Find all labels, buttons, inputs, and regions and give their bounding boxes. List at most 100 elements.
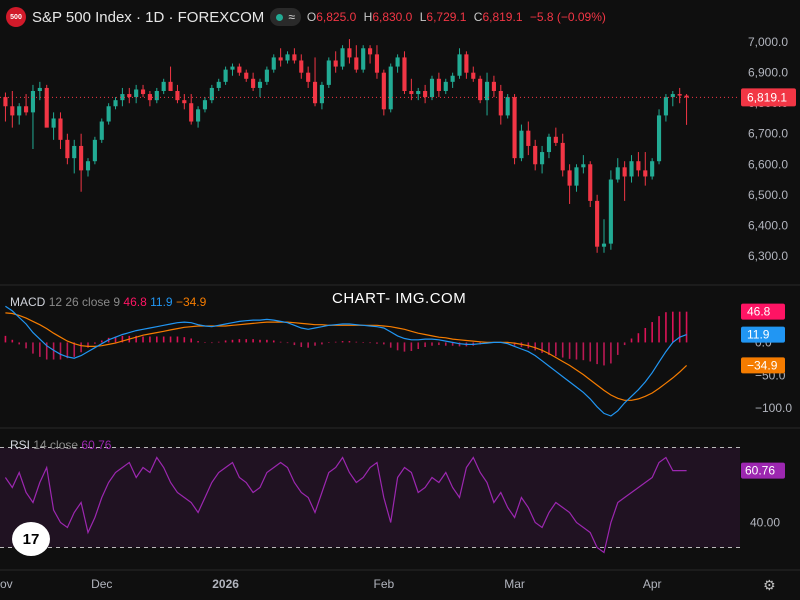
macd-histogram-bar [555, 342, 557, 357]
macd-histogram-bar [616, 342, 619, 355]
candle-body [361, 48, 366, 70]
rsi-value: 60.76 [81, 438, 112, 452]
candle-body [595, 200, 600, 247]
macd-histogram-bar [596, 342, 598, 365]
macd-histogram-bar [610, 342, 612, 364]
candle [216, 78, 221, 91]
macd-histogram-bar [348, 341, 351, 343]
time-axis-label: Mar [504, 577, 525, 591]
candle-body [416, 91, 421, 95]
rsi-title: RSI [10, 438, 31, 452]
candle-body [450, 75, 455, 82]
candle-body [189, 103, 194, 122]
candle-body [292, 54, 297, 61]
candle-body [140, 89, 146, 95]
candle [643, 152, 648, 186]
macd-histogram-bar [32, 342, 34, 354]
macd-histogram-bar [100, 340, 103, 343]
candle-body [650, 161, 655, 177]
macd-histogram-bar [389, 342, 392, 348]
market-status-pill[interactable]: ≈ [270, 8, 301, 26]
candle-body [244, 72, 249, 79]
candle [429, 75, 435, 101]
candle-body [567, 170, 572, 186]
candle [319, 81, 324, 110]
macd-histogram-bar [341, 341, 344, 343]
candle-body [670, 94, 675, 98]
candle-body [588, 164, 593, 201]
macd-badge-text: −34.9 [747, 358, 778, 372]
candle [299, 54, 304, 79]
candle [58, 112, 63, 149]
macd-histogram-bar [355, 341, 358, 343]
candle [601, 219, 607, 253]
macd-histogram-bar [4, 335, 7, 343]
candle-body [223, 69, 228, 82]
macd-histogram-bar [245, 339, 248, 343]
candle-body [237, 66, 242, 73]
macd-histogram-bar [279, 341, 282, 343]
rsi-tick-label: 40.00 [750, 516, 780, 530]
candle [436, 72, 441, 98]
rsi-params: 14 close [33, 438, 79, 452]
candle-body [44, 87, 49, 128]
chart-header: 500 S&P 500 Index · 1D · FOREXCOM ≈ O6,8… [6, 6, 606, 28]
macd-histogram-bar [534, 342, 536, 351]
candle-body [306, 72, 311, 82]
candle [230, 63, 235, 76]
candle-body [24, 106, 29, 113]
candle [271, 54, 276, 73]
candle-body [443, 81, 448, 91]
macd-legend[interactable]: MACD 12 26 close 9 46.8 11.9 −34.9 [10, 295, 206, 309]
candle-body [395, 57, 400, 67]
candle-body [457, 54, 462, 76]
candle [244, 69, 249, 82]
macd-histogram-bar [644, 327, 647, 343]
candle-body [326, 60, 331, 85]
close-value: 6,819.1 [482, 10, 523, 24]
candle-body [436, 78, 441, 91]
candle [553, 127, 558, 146]
candle [147, 91, 152, 107]
candle [560, 133, 565, 177]
candle [134, 84, 139, 104]
candle-body [65, 139, 70, 159]
macd-histogram-bar [362, 342, 364, 343]
candle-body [526, 130, 531, 146]
candle-body [168, 81, 173, 91]
candle-body [182, 100, 187, 104]
macd-histogram-bar [431, 342, 433, 346]
candle-body [629, 161, 634, 177]
candle [37, 81, 42, 101]
macd-histogram-bar [266, 339, 268, 343]
tradingview-logo[interactable]: 17 [12, 522, 50, 556]
candle-body [519, 130, 524, 159]
candle [72, 139, 77, 174]
candle [519, 124, 524, 162]
candle [127, 87, 132, 104]
high-value: 6,830.0 [372, 10, 413, 24]
candle-body [333, 60, 338, 67]
candle [257, 78, 263, 98]
candle-body [581, 164, 586, 168]
candle-body [429, 78, 435, 98]
rsi-legend[interactable]: RSI 14 close 60.76 [10, 438, 111, 452]
candle [251, 72, 256, 91]
macd-line-value: 11.9 [150, 295, 173, 309]
candle [464, 51, 469, 79]
candle-body [271, 57, 276, 70]
macd-histogram-bar [575, 342, 578, 360]
symbol-title[interactable]: S&P 500 Index · 1D · FOREXCOM [32, 9, 264, 26]
macd-histogram-bar [630, 338, 633, 343]
candle [574, 164, 579, 192]
macd-title: MACD [10, 295, 46, 309]
macd-histogram-bar [424, 342, 426, 348]
candle-body [99, 121, 104, 140]
candle [395, 54, 400, 73]
settings-gear-icon[interactable]: ⚙ [763, 577, 776, 594]
candle [10, 91, 15, 128]
candle [223, 66, 228, 85]
candle-body [636, 161, 641, 171]
macd-histogram-bar [623, 342, 626, 346]
candle-body [491, 81, 496, 91]
